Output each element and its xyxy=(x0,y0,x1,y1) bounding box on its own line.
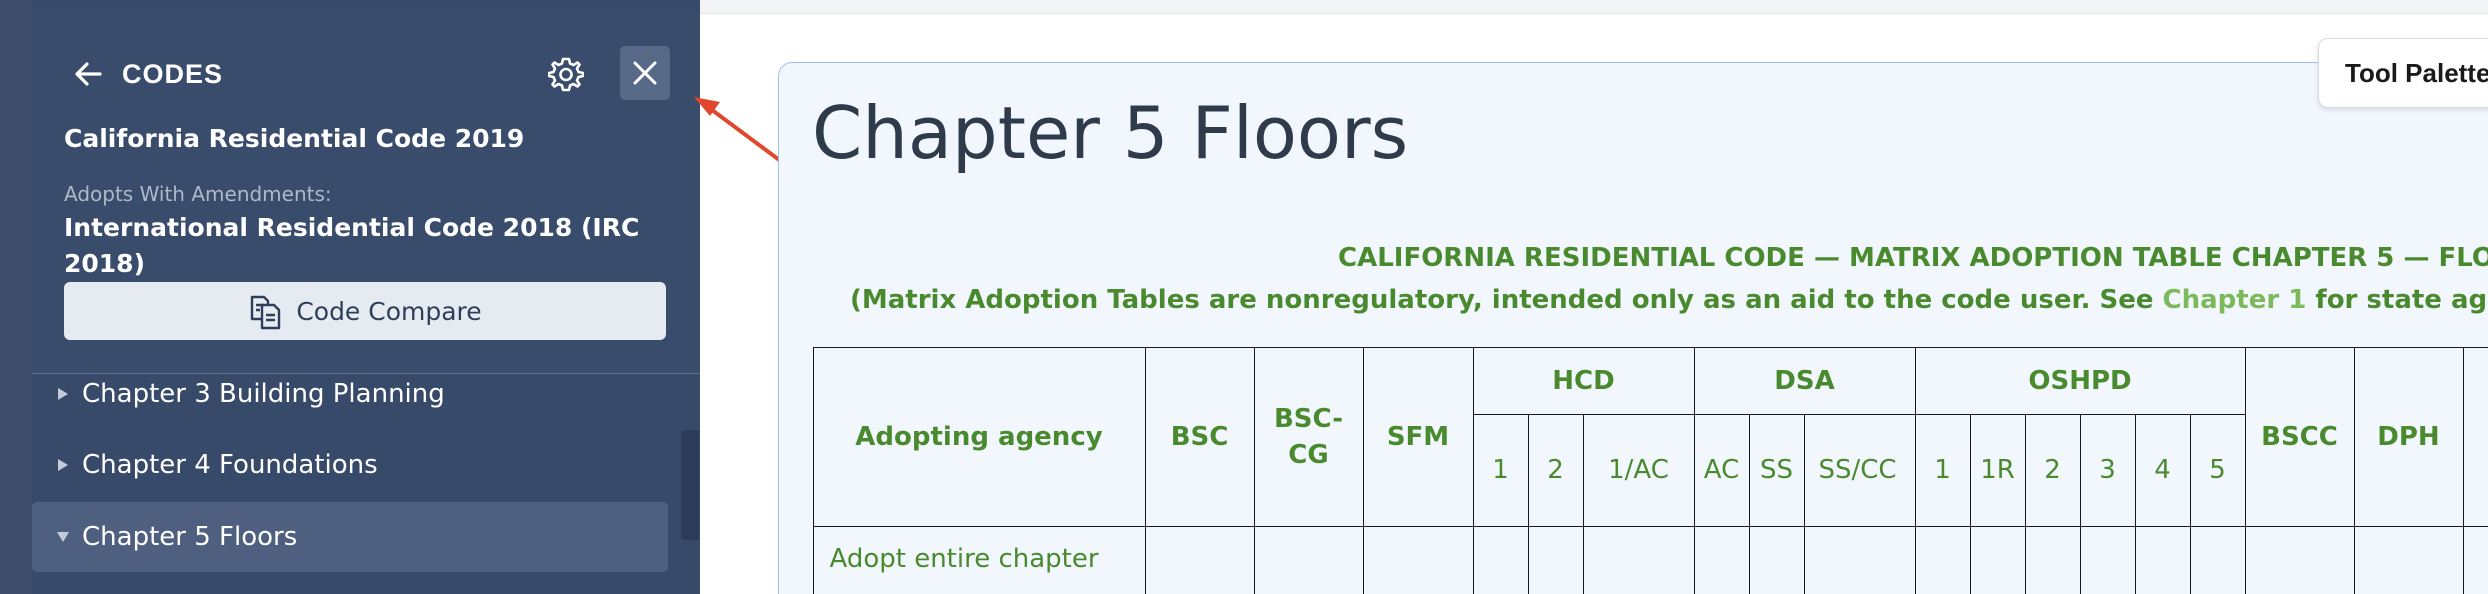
toc-item-chapter-5[interactable]: Chapter 5 Floors xyxy=(32,502,668,572)
adopts-label: Adopts With Amendments: xyxy=(64,182,332,206)
settings-button[interactable] xyxy=(546,54,586,94)
table-cell xyxy=(1144,525,1255,594)
triangle-right-icon xyxy=(54,458,72,472)
chapter-1-link[interactable]: Chapter 1 xyxy=(2163,285,2307,315)
toc-item-label: Chapter 3 Building Planning xyxy=(82,379,445,409)
sidebar-scrollbar[interactable] xyxy=(681,430,699,540)
table-cell xyxy=(1362,525,1474,594)
header-hcd-2: 2 xyxy=(1527,413,1584,527)
table-cell xyxy=(2134,525,2191,594)
table-cell xyxy=(2353,525,2464,594)
table-cell xyxy=(2189,525,2246,594)
header-dsa: DSA xyxy=(1693,346,1916,415)
toc-item-chapter-4[interactable]: Chapter 4 Foundations xyxy=(32,434,664,496)
header-adopting-agency: Adopting agency xyxy=(812,346,1146,527)
adopts-value: International Residential Code 2018 (IRC… xyxy=(64,213,640,278)
back-button[interactable] xyxy=(70,56,106,92)
header-dph: DPH xyxy=(2353,346,2464,527)
sidebar-title: CODES xyxy=(122,59,224,89)
code-compare-button[interactable]: Code Compare xyxy=(64,282,666,340)
triangle-right-icon xyxy=(54,387,72,401)
header-bscc: BSCC xyxy=(2244,346,2355,527)
header-oshpd-3: 3 xyxy=(2079,413,2136,527)
gear-icon xyxy=(548,57,584,92)
header-oshpd-1r: 1R xyxy=(1969,413,2026,527)
table-cell xyxy=(1748,525,1805,594)
header-hcd: HCD xyxy=(1472,346,1695,415)
header-oshpd-2: 2 xyxy=(2024,413,2081,527)
close-sidebar-button[interactable] xyxy=(620,46,670,100)
code-compare-label: Code Compare xyxy=(296,296,482,326)
header-dsa-ss: SS xyxy=(1748,413,1805,527)
table-cell xyxy=(2079,525,2136,594)
toc-item-chapter-3[interactable]: Chapter 3 Building Planning xyxy=(32,363,664,425)
matrix-table-title: CALIFORNIA RESIDENTIAL CODE — MATRIX ADO… xyxy=(1338,243,2488,273)
header-overflow-column xyxy=(2462,346,2488,527)
matrix-note-suffix: for state agency authority xyxy=(2315,285,2488,315)
table-cell xyxy=(1803,525,1916,594)
table-cell xyxy=(1253,525,1364,594)
header-oshpd-1: 1 xyxy=(1914,413,1971,527)
table-cell xyxy=(1527,525,1584,594)
header-dsa-ac: AC xyxy=(1693,413,1750,527)
toc-item-label: Chapter 5 Floors xyxy=(82,522,298,552)
triangle-down-icon xyxy=(54,531,72,543)
header-dsa-sscc: SS/CC xyxy=(1803,413,1916,527)
header-hcd-1: 1 xyxy=(1472,413,1529,527)
row-adopt-entire-chapter: Adopt entire chapter xyxy=(812,525,1146,594)
code-name: California Residential Code 2019 xyxy=(64,124,525,153)
table-cell xyxy=(1582,525,1695,594)
table-cell xyxy=(1693,525,1750,594)
header-oshpd-5: 5 xyxy=(2189,413,2246,527)
codes-sidebar: CODES California Residential Code 2019 A… xyxy=(32,0,700,594)
header-bsc: BSC xyxy=(1144,346,1255,527)
toc-item-label: Chapter 4 Foundations xyxy=(82,450,378,480)
chapter-title: Chapter 5 Floors xyxy=(812,91,1409,175)
compare-documents-icon xyxy=(251,295,281,330)
header-oshpd: OSHPD xyxy=(1914,346,2246,415)
matrix-table-note: (Matrix Adoption Tables are nonregulator… xyxy=(850,282,2488,318)
table-cell xyxy=(2024,525,2081,594)
header-hcd-1ac: 1/AC xyxy=(1582,413,1695,527)
left-rail xyxy=(0,0,32,594)
table-cell xyxy=(1472,525,1529,594)
header-bsc-cg: BSC-CG xyxy=(1253,346,1364,527)
matrix-note-prefix: (Matrix Adoption Tables are nonregulator… xyxy=(850,285,2163,315)
header-sfm: SFM xyxy=(1362,346,1474,527)
tool-palette-button[interactable]: Tool Palette xyxy=(2318,38,2488,108)
top-bar xyxy=(700,0,2488,14)
table-cell xyxy=(2462,525,2488,594)
arrow-left-icon xyxy=(75,62,102,86)
table-cell xyxy=(1969,525,2026,594)
header-oshpd-4: 4 xyxy=(2134,413,2191,527)
table-cell xyxy=(2244,525,2355,594)
page: CODES California Residential Code 2019 A… xyxy=(0,0,2488,594)
matrix-adoption-table: Adopting agency BSC BSC-CG SFM HCD 1 2 1… xyxy=(812,346,2488,594)
table-cell xyxy=(1914,525,1971,594)
close-icon xyxy=(633,61,657,85)
